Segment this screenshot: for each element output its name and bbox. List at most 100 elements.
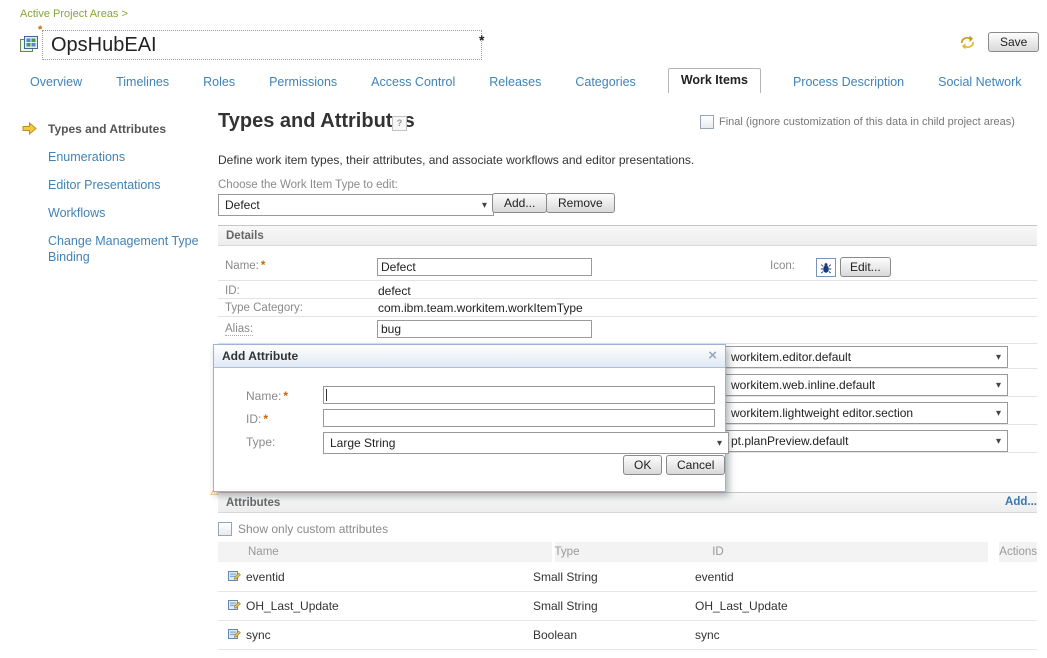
column-header-actions: Actions [999, 542, 1037, 562]
editor-presentation-value: workitem.editor.default [731, 350, 851, 364]
id-field-value: defect [378, 284, 411, 298]
type-category-value: com.ibm.team.workitem.workItemType [378, 301, 583, 315]
dialog-id-input[interactable] [323, 409, 715, 427]
web-inline-presentation-select[interactable]: workitem.web.inline.default ▾ [725, 374, 1008, 396]
help-icon[interactable]: ? [392, 116, 407, 131]
web-inline-presentation-value: workitem.web.inline.default [731, 378, 875, 392]
page-title: Types and Attributes [218, 110, 415, 133]
tab-social-network[interactable]: Social Network [936, 71, 1023, 93]
project-area-icon [20, 36, 38, 55]
attribute-icon [228, 598, 241, 614]
tab-bar: Overview Timelines Roles Permissions Acc… [28, 68, 1024, 93]
attribute-id: sync [695, 628, 978, 642]
work-item-type-selected: Defect [225, 198, 260, 212]
sidebar-item-workflows[interactable]: Workflows [48, 206, 105, 220]
tab-categories[interactable]: Categories [573, 71, 637, 93]
final-label: Final (ignore customization of this data… [719, 116, 1015, 128]
column-header-name: Name [218, 542, 552, 562]
final-option: Final (ignore customization of this data… [700, 115, 1015, 129]
tab-timelines[interactable]: Timelines [114, 71, 171, 93]
project-area-editor: Active Project Areas > * * Save Overview… [0, 0, 1047, 658]
chevron-down-icon: ▾ [996, 380, 1001, 391]
sidebar-item-change-management-type-binding[interactable]: Change Management Type Binding [48, 233, 208, 265]
attributes-title: Attributes [226, 497, 280, 509]
edit-icon-button[interactable]: Edit... [840, 257, 891, 277]
row-divider [218, 298, 1037, 299]
tab-work-items[interactable]: Work Items [668, 68, 761, 93]
project-name-input[interactable] [42, 30, 482, 60]
row-divider [218, 280, 1037, 281]
column-header-type: Type [555, 542, 713, 562]
chevron-down-icon: ▾ [717, 438, 722, 449]
ok-button[interactable]: OK [623, 455, 662, 475]
chevron-down-icon: ▾ [482, 200, 487, 211]
tab-permissions[interactable]: Permissions [267, 71, 339, 93]
tab-roles[interactable]: Roles [201, 71, 237, 93]
add-attribute-link[interactable]: Add... [937, 496, 1037, 508]
lightweight-editor-presentation-select[interactable]: workitem.lightweight editor.section ▾ [725, 402, 1008, 424]
attributes-table-header: Name Type ID Actions [218, 542, 1037, 562]
tab-releases[interactable]: Releases [487, 71, 543, 93]
attribute-icon [228, 627, 241, 643]
custom-attributes-filter: Show only custom attributes [218, 522, 388, 536]
attribute-id: eventid [695, 570, 978, 584]
unsaved-changes-marker: * [479, 32, 484, 48]
attribute-type: Small String [533, 570, 695, 584]
show-custom-attributes-label: Show only custom attributes [238, 522, 388, 536]
alias-field-label: Alias: [225, 323, 253, 336]
icon-field-label: Icon: [770, 260, 795, 272]
attribute-name: OH_Last_Update [246, 599, 339, 613]
dialog-type-select[interactable]: Large String ▾ [323, 432, 729, 454]
close-icon[interactable]: × [708, 349, 717, 363]
dialog-type-selected: Large String [330, 436, 395, 450]
text-caret [326, 389, 327, 401]
type-name-input[interactable] [377, 258, 592, 276]
alias-input[interactable] [377, 320, 592, 338]
refresh-icon[interactable] [958, 34, 977, 54]
details-title: Details [226, 230, 264, 242]
attribute-name: eventid [246, 570, 285, 584]
sidebar-item-enumerations[interactable]: Enumerations [48, 150, 125, 164]
table-row: OH_Last_Update Small String OH_Last_Upda… [218, 592, 1037, 621]
table-row: sync Boolean sync [218, 621, 1037, 650]
tab-access-control[interactable]: Access Control [369, 71, 457, 93]
dialog-titlebar[interactable]: Add Attribute × [214, 345, 725, 368]
remove-type-button[interactable]: Remove [546, 193, 615, 213]
work-item-type-select[interactable]: Defect ▾ [218, 194, 494, 216]
bug-icon [816, 258, 836, 277]
plan-preview-presentation-select[interactable]: pt.planPreview.default ▾ [725, 430, 1008, 452]
chevron-down-icon: ▾ [996, 352, 1001, 363]
id-field-label: ID: [225, 285, 240, 297]
row-divider [218, 316, 1037, 317]
add-attribute-dialog: Add Attribute × Name:* ID:* Type: Large … [213, 344, 726, 492]
dialog-id-label: ID:* [246, 412, 268, 426]
final-checkbox[interactable] [700, 115, 714, 129]
attribute-icon [228, 569, 241, 585]
attribute-id: OH_Last_Update [695, 599, 978, 613]
add-type-button[interactable]: Add... [492, 193, 547, 213]
dialog-title: Add Attribute [222, 349, 298, 363]
chevron-down-icon: ▾ [996, 408, 1001, 419]
show-custom-attributes-checkbox[interactable] [218, 522, 232, 536]
current-section-arrow-icon [22, 122, 37, 138]
save-button[interactable]: Save [988, 32, 1039, 52]
name-field-label: Name:* [225, 260, 265, 272]
sidebar-item-types-and-attributes[interactable]: Types and Attributes [48, 122, 208, 136]
dialog-type-label: Type: [246, 435, 275, 449]
attribute-name: sync [246, 628, 271, 642]
sidebar-item-editor-presentations[interactable]: Editor Presentations [48, 178, 161, 192]
required-marker: * [283, 389, 288, 403]
tab-overview[interactable]: Overview [28, 71, 84, 93]
lightweight-editor-presentation-value: workitem.lightweight editor.section [731, 406, 913, 420]
attribute-type: Small String [533, 599, 695, 613]
attributes-section-header: Attributes [218, 492, 1037, 513]
tab-process-description[interactable]: Process Description [791, 71, 906, 93]
editor-presentation-select[interactable]: workitem.editor.default ▾ [725, 346, 1008, 368]
type-picker-label: Choose the Work Item Type to edit: [218, 179, 398, 191]
attribute-type: Boolean [533, 628, 695, 642]
table-row: eventid Small String eventid [218, 563, 1037, 592]
dialog-name-input[interactable] [323, 386, 715, 404]
breadcrumb[interactable]: Active Project Areas > [20, 8, 128, 20]
plan-preview-presentation-value: pt.planPreview.default [731, 434, 848, 448]
cancel-button[interactable]: Cancel [666, 455, 725, 475]
